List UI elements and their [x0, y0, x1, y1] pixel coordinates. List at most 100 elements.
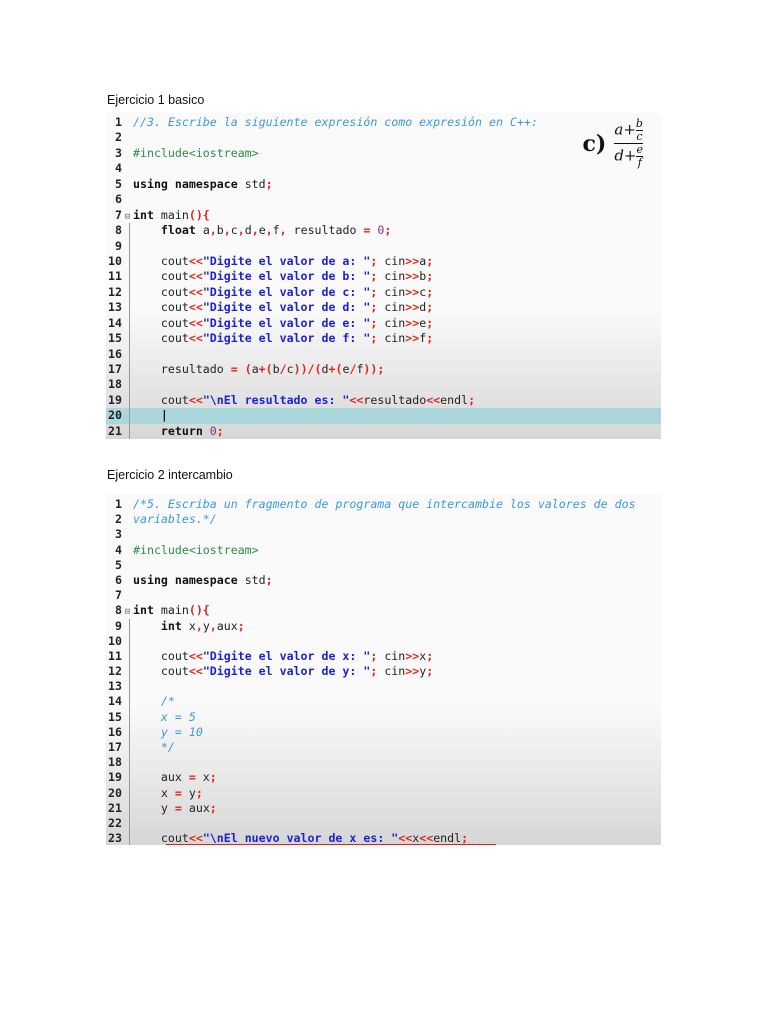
code-token: (){ [188, 207, 210, 222]
line-number: 3 [115, 527, 122, 542]
line-number: 8 [115, 603, 122, 618]
line-number: 7 [115, 207, 122, 222]
code-line: 17 */ [106, 740, 661, 755]
code-line: 8 float a,b,c,d,e,f, resultado = 0; [106, 223, 661, 238]
code-editor-2: 1 /*5. Escriba un fragmento de programa q… [106, 497, 661, 845]
math-formula: c) a+ b c d+ e f [583, 117, 643, 168]
code-token: cout [133, 269, 189, 284]
line-number: 21 [108, 423, 122, 438]
code-token: << [188, 315, 203, 330]
line-number: 10 [108, 633, 122, 648]
code-token: cin [384, 269, 406, 284]
code-token: e [258, 223, 266, 238]
code-token: int [133, 618, 189, 633]
line-number: 9 [115, 618, 122, 633]
code-token: a [251, 362, 259, 376]
exercise-1-heading: Ejercicio 1 basico [107, 93, 205, 107]
code-token: >> [405, 269, 420, 284]
line-number: 2 [115, 512, 122, 527]
code-token: ; [265, 176, 273, 191]
code-token: #include<iostream> [133, 145, 259, 160]
code-line: 18 [106, 755, 661, 770]
code-token: int [133, 207, 161, 222]
code-token: << [349, 392, 364, 407]
formula-num-a: a+ [614, 120, 636, 139]
code-token: std [244, 176, 266, 191]
code-token: using namespace [133, 572, 245, 587]
code-token: ; [426, 664, 434, 679]
code-token: , [265, 223, 273, 238]
code-token: ; [426, 269, 434, 284]
code-line: 14 /* [106, 694, 661, 709]
line-number: 14 [108, 315, 122, 330]
code-token: x = 5 [133, 709, 196, 724]
code-token: "\nEl nuevo valor de x es: " [202, 831, 399, 845]
code-token: ; [209, 770, 217, 785]
code-line: 15 cout<<"Digite el valor de f: "; cin>>… [106, 331, 661, 346]
line-number: 23 [108, 831, 122, 845]
code-token: (){ [188, 603, 210, 618]
code-line: 4 [106, 161, 661, 176]
code-line: 19 cout<<"\nEl resultado es: "<<resultad… [106, 393, 661, 408]
code-token: "Digite el valor de d: " [202, 300, 371, 315]
code-token: "Digite el valor de c: " [202, 284, 371, 299]
code-token: "Digite el valor de x: " [202, 648, 371, 663]
code-line: 23 cout<<"\nEl nuevo valor de x es: "<<x… [106, 831, 661, 845]
line-number: 13 [108, 679, 122, 694]
formula-num-b: b [635, 117, 643, 130]
code-token: main [160, 207, 189, 222]
code-token: "Digite el valor de f: " [202, 331, 371, 346]
fold-guide [129, 618, 130, 845]
code-token: ; [384, 223, 392, 238]
code-line: 21 return 0; [106, 424, 661, 439]
code-editor-1: 1 //3. Escribe la siguiente expresión com… [106, 115, 661, 439]
line-number: 16 [108, 724, 122, 739]
formula-num-c: c [636, 130, 643, 143]
code-token: ; [426, 300, 434, 315]
line-number: 18 [108, 755, 122, 770]
code-line: 20 x = y; [106, 786, 661, 801]
code-token: resultado [363, 392, 427, 407]
code-token: /*5. Escriba un fragmento de programa qu… [133, 497, 636, 511]
line-number: 11 [108, 648, 122, 663]
code-token: , [237, 223, 245, 238]
code-token: x [195, 770, 210, 785]
code-token: "Digite el valor de e: " [202, 315, 371, 330]
code-line: 21 y = aux; [106, 801, 661, 816]
line-number: 14 [108, 694, 122, 709]
line-number: 3 [115, 145, 122, 160]
code-token: ; [370, 664, 385, 679]
code-token: cout [133, 300, 189, 315]
exercise-2-code-screenshot: 1 /*5. Escriba un fragmento de programa q… [106, 494, 661, 845]
line-number: 20 [108, 785, 122, 800]
code-line: 1 //3. Escribe la siguiente expresión com… [106, 115, 661, 130]
code-token: y [181, 785, 196, 800]
formula-fraction: a+ b c d+ e f [614, 117, 643, 168]
code-token: */ [133, 740, 175, 754]
code-token: return [133, 423, 210, 438]
line-number: 18 [108, 377, 122, 392]
code-line: 14 cout<<"Digite el valor de e: "; cin>>… [106, 316, 661, 331]
code-token: ; [370, 648, 385, 663]
line-number: 5 [115, 557, 122, 572]
code-line: 6 using namespace std; [106, 573, 661, 588]
code-token: ; [265, 572, 273, 587]
code-line: 12 cout<<"Digite el valor de c: "; cin>>… [106, 285, 661, 300]
code-token: << [419, 831, 434, 845]
code-token: >> [405, 253, 420, 268]
code-token: ; [426, 331, 434, 346]
error-underline [166, 844, 496, 845]
code-token: ; [370, 269, 385, 284]
code-token: >> [405, 331, 420, 346]
code-token: cout [133, 253, 189, 268]
code-token: +( [258, 362, 273, 376]
code-token: aux [133, 770, 189, 785]
line-number: 15 [108, 709, 122, 724]
code-token: cin [384, 648, 406, 663]
code-token: << [188, 831, 203, 845]
code-line: 2 [106, 130, 661, 145]
code-line: 10 cout<<"Digite el valor de a: "; cin>>… [106, 254, 661, 269]
code-token: #include<iostream> [133, 542, 259, 557]
line-number: 4 [115, 542, 122, 557]
code-line: 1 /*5. Escriba un fragmento de programa q… [106, 497, 661, 512]
